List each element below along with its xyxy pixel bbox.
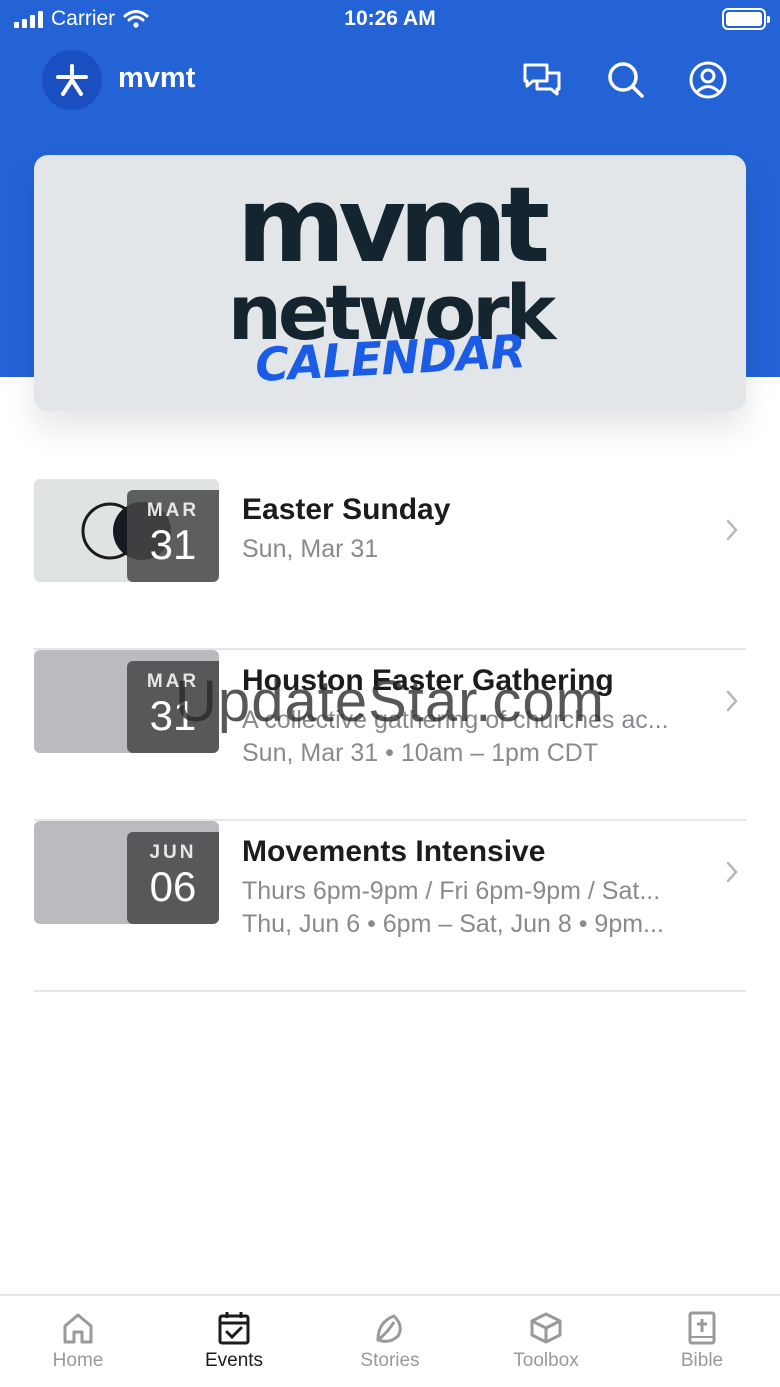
event-text: Houston Easter Gathering A collective ga… bbox=[242, 664, 712, 768]
tab-label: Stories bbox=[360, 1350, 420, 1371]
event-row-movements-intensive[interactable]: JUN 06 Movements Intensive Thurs 6pm-9pm… bbox=[34, 821, 746, 992]
calendar-banner: mvmt network CALENDAR bbox=[34, 155, 746, 411]
tab-toolbox[interactable]: Toolbox bbox=[468, 1296, 624, 1387]
date-day: 31 bbox=[149, 521, 197, 568]
tab-bar: Home Events Stories Toolbox Bible bbox=[0, 1294, 780, 1387]
date-badge: JUN 06 bbox=[127, 832, 219, 924]
home-icon bbox=[63, 1313, 93, 1344]
banner-title: mvmt bbox=[236, 164, 550, 286]
chat-icon bbox=[523, 63, 561, 96]
tab-label: Bible bbox=[680, 1350, 724, 1371]
star-icon bbox=[56, 64, 88, 96]
chevron-right-icon bbox=[726, 690, 738, 712]
date-day: 06 bbox=[149, 863, 197, 910]
event-date: Thu, Jun 6 • 6pm – Sat, Jun 8 • 9pm... bbox=[242, 910, 664, 938]
event-title: Houston Easter Gathering bbox=[242, 664, 614, 697]
date-month: MAR bbox=[146, 671, 200, 692]
event-row-easter-sunday[interactable]: MAR 31 Easter Sunday Sun, Mar 31 bbox=[34, 479, 746, 650]
tab-stories[interactable]: Stories bbox=[312, 1296, 468, 1387]
status-bar: Carrier 10:26 AM bbox=[0, 0, 780, 40]
tab-bible[interactable]: Bible bbox=[624, 1296, 780, 1387]
bible-icon bbox=[688, 1311, 716, 1345]
user-circle-icon bbox=[689, 61, 727, 99]
search-icon bbox=[608, 62, 644, 98]
tab-label: Home bbox=[52, 1350, 104, 1371]
chevron-right-icon bbox=[726, 861, 738, 883]
date-month: JUN bbox=[149, 842, 197, 863]
event-text: Easter Sunday Sun, Mar 31 bbox=[242, 493, 712, 564]
battery-icon bbox=[722, 8, 770, 30]
tab-home[interactable]: Home bbox=[0, 1296, 156, 1387]
date-month: MAR bbox=[146, 500, 200, 521]
event-thumbnail: MAR 31 bbox=[34, 650, 219, 753]
event-description: Thurs 6pm-9pm / Fri 6pm-9pm / Sat... bbox=[242, 877, 661, 905]
event-title: Movements Intensive bbox=[242, 835, 546, 868]
status-time: 10:26 AM bbox=[344, 7, 436, 30]
profile-button[interactable] bbox=[686, 58, 730, 102]
date-badge: MAR 31 bbox=[127, 490, 219, 582]
messages-button[interactable] bbox=[520, 58, 564, 102]
date-day: 31 bbox=[149, 692, 197, 739]
event-thumbnail: JUN 06 bbox=[34, 821, 219, 924]
tab-label: Events bbox=[204, 1350, 264, 1371]
event-date: Sun, Mar 31 • 10am – 1pm CDT bbox=[242, 739, 599, 767]
date-badge: MAR 31 bbox=[127, 661, 219, 753]
event-date: Sun, Mar 31 bbox=[242, 535, 379, 563]
chevron-right-icon bbox=[726, 519, 738, 541]
event-text: Movements Intensive Thurs 6pm-9pm / Fri … bbox=[242, 835, 712, 939]
box-icon bbox=[530, 1312, 562, 1344]
event-row-houston-easter-gathering[interactable]: MAR 31 Houston Easter Gathering A collec… bbox=[34, 650, 746, 821]
tab-events[interactable]: Events bbox=[156, 1296, 312, 1387]
event-title: Easter Sunday bbox=[242, 493, 451, 526]
app-logo[interactable] bbox=[42, 50, 102, 110]
leaf-icon bbox=[376, 1314, 402, 1343]
event-description: A collective gathering of churches ac... bbox=[242, 706, 669, 734]
tab-label: Toolbox bbox=[513, 1350, 579, 1371]
app-name: mvmt bbox=[118, 62, 196, 94]
calendar-check-icon bbox=[218, 1312, 250, 1345]
nav-bar: mvmt bbox=[0, 50, 780, 110]
event-list: MAR 31 Easter Sunday Sun, Mar 31 MAR 31 … bbox=[34, 479, 746, 992]
event-thumbnail: MAR 31 bbox=[34, 479, 219, 582]
search-button[interactable] bbox=[604, 58, 648, 102]
